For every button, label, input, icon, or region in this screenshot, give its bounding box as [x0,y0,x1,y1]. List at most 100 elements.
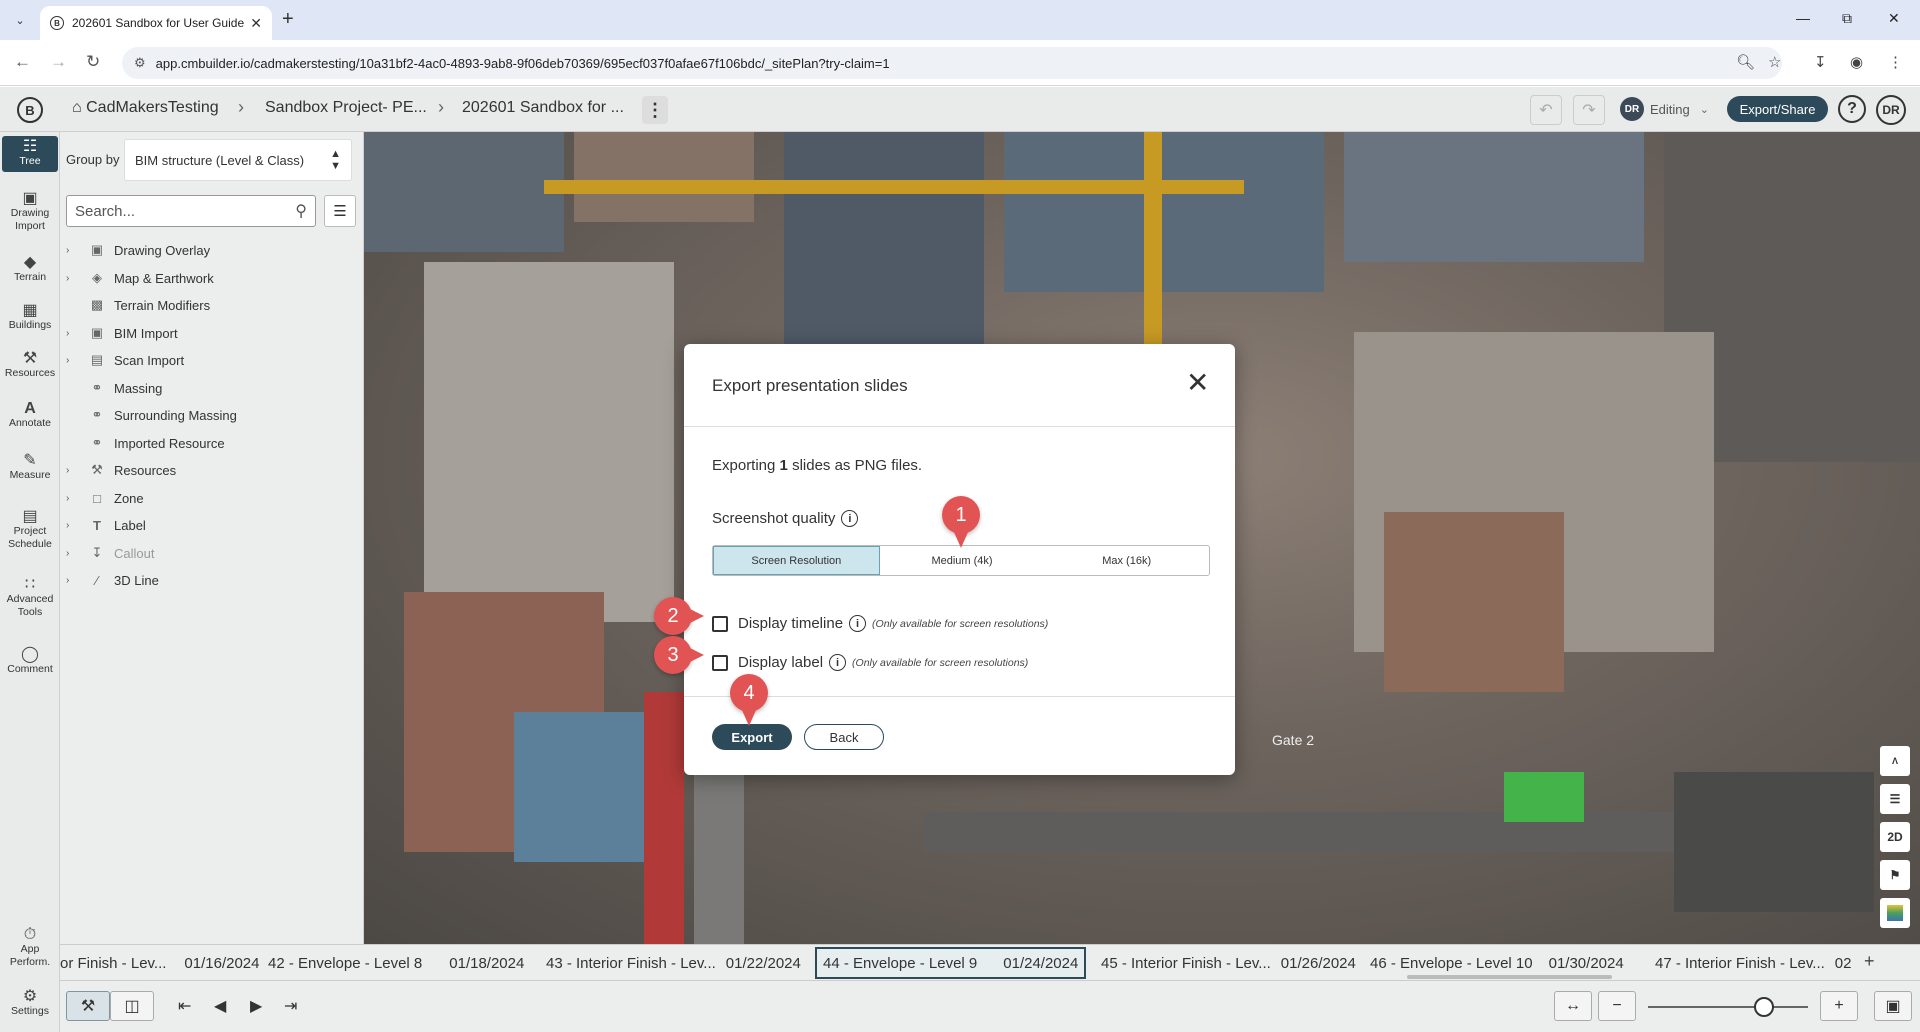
tree-item-map-earthwork[interactable]: › ◈ Map & Earthwork [66,268,214,288]
group-by-select[interactable]: BIM structure (Level & Class) ▲ ▼ [124,139,352,181]
chevron-right-icon[interactable]: › [66,273,82,284]
tree-item-imported-resource[interactable]: ⚭ Imported Resource [66,433,225,453]
new-tab-icon[interactable]: + [282,8,294,31]
back-icon[interactable]: ← [14,52,31,72]
zoom-slider-handle[interactable] [1754,997,1774,1017]
info-icon[interactable]: i [849,615,867,632]
tool-app-performance[interactable]: ⏱ App Perform. [2,927,58,969]
timeline-slide[interactable]: 45 - Interior Finish - Lev... 01/26/2024 [1101,947,1356,979]
tool-terrain[interactable]: ◆ Terrain [2,255,58,284]
chevron-right-icon[interactable]: › [66,520,82,531]
help-icon[interactable]: ? [1838,95,1866,123]
timeline-slide[interactable]: 42 - Envelope - Level 8 01/18/2024 [268,947,524,979]
tool-measure[interactable]: ✎ Measure [2,453,58,482]
redo-button[interactable]: ↷ [1573,95,1605,125]
tool-drawing-import[interactable]: ▣ Drawing Import [2,191,58,233]
tree-item-3d-line[interactable]: › ∕ 3D Line [66,570,159,590]
display-timeline-checkbox[interactable] [712,615,728,632]
timeline-slide[interactable]: 47 - Interior Finish - Lev... 02 [1655,947,1855,979]
undo-button[interactable]: ↶ [1530,95,1562,125]
tree-item-label[interactable]: › T Label [66,515,146,535]
zoom-in-button[interactable]: + [1820,991,1858,1021]
skip-to-start-icon[interactable]: ⇤ [178,991,191,1021]
north-compass-icon[interactable]: Λ [1880,746,1910,776]
close-tab-icon[interactable]: ✕ [250,15,262,32]
chevron-right-icon[interactable]: › [66,245,82,256]
tool-settings[interactable]: ⚙ Settings [2,989,58,1018]
info-icon[interactable]: i [841,510,859,527]
display-label-checkbox[interactable] [712,654,728,671]
tool-annotate[interactable]: A Annotate [2,401,58,430]
chevron-right-icon[interactable]: › [66,328,82,339]
forward-icon[interactable]: → [50,52,67,72]
export-share-button[interactable]: Export/Share [1727,96,1828,122]
fullscreen-timeline-button[interactable]: ▣ [1874,991,1912,1021]
timeline-scrollbar[interactable] [1407,975,1612,979]
filter-list-button[interactable]: ☰ [324,195,356,227]
pedestrian-view-icon[interactable]: ⚑ [1880,860,1910,890]
quality-option-medium-4k[interactable]: Medium (4k) [880,546,1045,575]
breadcrumb-project[interactable]: Sandbox Project- PE... [265,99,427,117]
tree-item-surrounding-massing[interactable]: ⚭ Surrounding Massing [66,405,237,425]
tool-tree[interactable]: ☷ Tree [2,136,58,172]
profile-icon[interactable]: ◉ [1850,53,1863,71]
tree-item-resources[interactable]: › ⚒ Resources [66,460,176,480]
zoom-icon[interactable]: 🔍︎ [1736,53,1755,71]
export-button[interactable]: Export [712,724,792,750]
tree-item-bim-import[interactable]: › ▣ BIM Import [66,323,178,343]
info-icon[interactable]: i [829,654,847,671]
chevron-right-icon[interactable]: › [66,575,82,586]
more-options-icon[interactable]: ⋮ [642,96,668,124]
browser-tab[interactable]: B 202601 Sandbox for User Guide ✕ [40,6,272,40]
add-slide-icon[interactable]: + [1864,951,1875,972]
minimize-icon[interactable]: — [1796,10,1810,26]
quality-option-screen-resolution[interactable]: Screen Resolution [713,546,880,575]
chevron-right-icon[interactable]: › [66,493,82,504]
play-icon[interactable]: ▶ [250,991,262,1021]
tree-item-scan-import[interactable]: › ▤ Scan Import [66,350,184,370]
tree-item-massing[interactable]: ⚭ Massing [66,378,163,398]
bookmark-star-icon[interactable]: ☆ [1768,53,1781,71]
browser-menu-icon[interactable]: ⋮ [1888,53,1903,71]
tool-resources[interactable]: ⚒ Resources [2,351,58,380]
breadcrumb-workspace[interactable]: ⌂ CadMakersTesting [72,99,219,117]
tree-item-zone[interactable]: › □ Zone [66,488,144,508]
zoom-out-button[interactable]: − [1598,991,1636,1021]
tree-item-callout[interactable]: › ↧ Callout [66,543,154,563]
legend-icon[interactable] [1880,898,1910,928]
slideshow-view-button[interactable]: ◫ [110,991,154,1021]
chevron-right-icon[interactable]: › [66,465,82,476]
user-avatar[interactable]: DR [1876,95,1906,125]
reload-icon[interactable]: ↻ [86,52,100,72]
tool-project-schedule[interactable]: ▤ Project Schedule [2,509,58,551]
timeline-view-button[interactable]: ⚒ [66,991,110,1021]
view-2d-button[interactable]: 2D [1880,822,1910,852]
window-close-icon[interactable]: ✕ [1888,10,1900,27]
app-logo[interactable]: B [17,97,43,123]
timeline-slide[interactable]: or Finish - Lev... 01/16/2024 [60,947,260,979]
skip-to-end-icon[interactable]: ⇥ [284,991,297,1021]
tree-search-input[interactable]: Search... ⚲ [66,195,316,227]
chevron-right-icon[interactable]: › [66,548,82,559]
tree-item-drawing-overlay[interactable]: › ▣ Drawing Overlay [66,240,210,260]
zoom-slider-track[interactable] [1648,1006,1808,1008]
downloads-icon[interactable]: ↧ [1814,53,1827,71]
restore-icon[interactable]: ⧉ [1842,10,1852,27]
fit-timeline-button[interactable]: ↔ [1554,991,1592,1021]
site-info-icon[interactable]: ⚙ [134,55,146,71]
timeline-slide-active[interactable]: 44 - Envelope - Level 9 01/24/2024 [815,947,1087,979]
tool-advanced-tools[interactable]: ∷ Advanced Tools [2,577,58,619]
chevron-right-icon[interactable]: › [66,355,82,366]
layers-icon[interactable]: ☰ [1880,784,1910,814]
close-icon[interactable]: ✕ [1186,368,1209,398]
tool-comment[interactable]: ◯ Comment [2,647,58,676]
back-button[interactable]: Back [804,724,884,750]
timeline-slide[interactable]: 43 - Interior Finish - Lev... 01/22/2024 [546,947,801,979]
editing-mode-dropdown[interactable]: DR Editing ⌄ [1620,96,1709,122]
tab-list-dropdown-icon[interactable]: ⌄ [8,9,32,31]
tool-buildings[interactable]: ▦ Buildings [2,303,58,332]
breadcrumb-site-plan[interactable]: 202601 Sandbox for ... [462,99,624,117]
address-bar[interactable]: ⚙ app.cmbuilder.io/cadmakerstesting/10a3… [122,47,1782,79]
quality-option-max-16k[interactable]: Max (16k) [1044,546,1209,575]
tree-item-terrain-modifiers[interactable]: ▩ Terrain Modifiers [66,295,210,315]
